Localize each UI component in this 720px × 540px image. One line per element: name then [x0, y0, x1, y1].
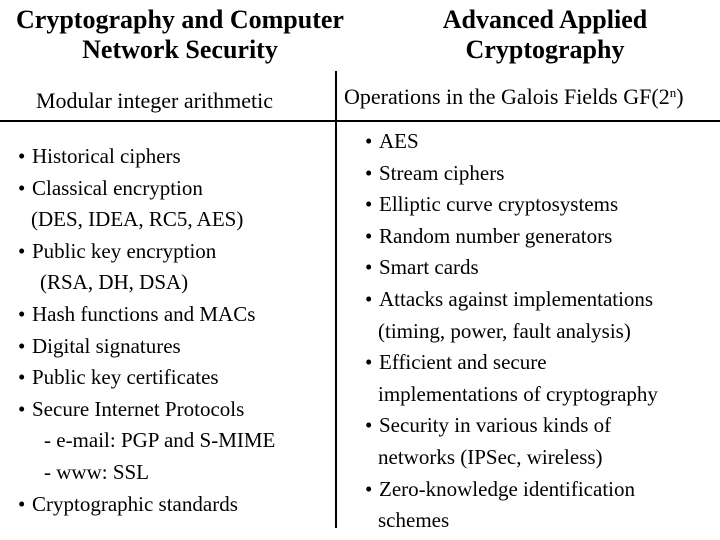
horizontal-divider	[0, 120, 720, 122]
list-item: • Stream ciphers	[365, 158, 658, 190]
list-item-text: Cryptographic standards	[32, 491, 238, 516]
right-title-line2: Cryptography	[465, 35, 625, 64]
list-item: • Random number generators	[365, 221, 658, 253]
list-item: (timing, power, fault analysis)	[365, 316, 658, 348]
list-item-text: Security in various kinds of	[379, 413, 612, 438]
bullet-icon: •	[18, 396, 26, 421]
bullet-icon: •	[365, 255, 373, 280]
list-item: • Secure Internet Protocols	[18, 394, 275, 426]
left-column-title: Cryptography and Computer Network Securi…	[0, 5, 360, 65]
bullet-icon: •	[365, 476, 373, 501]
left-title-line1: Cryptography and Computer	[16, 5, 344, 34]
list-item: • Public key encryption	[18, 236, 275, 268]
right-title-line1: Advanced Applied	[442, 5, 648, 34]
list-item-text: Attacks against implementations	[379, 286, 654, 311]
list-item-text: schemes	[378, 508, 450, 533]
list-item: networks (IPSec, wireless)	[365, 442, 658, 474]
list-item-text: (timing, power, fault analysis)	[378, 318, 631, 343]
vertical-divider	[335, 71, 337, 528]
list-item-text: networks (IPSec, wireless)	[378, 444, 603, 469]
list-item-text: (RSA, DH, DSA)	[40, 270, 189, 295]
right-subheading-text: Operations in the Galois Fields GF(2	[344, 84, 670, 109]
list-item-text: Classical encryption	[32, 175, 203, 200]
bullet-icon: •	[365, 160, 373, 185]
right-subheading: Operations in the Galois Fields GF(2n)	[344, 84, 684, 110]
list-item-text: - e-mail: PGP and S-MIME	[44, 428, 276, 453]
bullet-icon: •	[18, 365, 26, 390]
bullet-icon: •	[18, 144, 26, 168]
left-topic-list: • Historical ciphers • Classical encryptio…	[18, 141, 275, 520]
list-item-text: - www: SSL	[44, 459, 150, 484]
list-item-text: AES	[379, 129, 419, 153]
list-item: • Digital signatures	[18, 331, 275, 363]
bullet-icon: •	[365, 192, 373, 217]
list-item: • Cryptographic standards	[18, 489, 275, 521]
list-item-text: Stream ciphers	[379, 160, 505, 185]
list-item-text: Zero-knowledge identification	[379, 476, 635, 501]
list-subitem: - www: SSL	[18, 457, 275, 489]
bullet-icon: •	[18, 491, 26, 516]
list-item: (DES, IDEA, RC5, AES)	[18, 204, 275, 236]
list-item: • Classical encryption	[18, 173, 275, 205]
left-subheading: Modular integer arithmetic	[36, 88, 274, 113]
right-column-title: Advanced Applied Cryptography	[380, 5, 710, 65]
list-item: implementations of cryptography	[365, 379, 658, 411]
list-subitem: - e-mail: PGP and S-MIME	[18, 425, 275, 457]
list-item: • AES	[365, 126, 658, 158]
list-item: • Attacks against implementations	[365, 284, 658, 316]
list-item: • Elliptic curve cryptosystems	[365, 189, 658, 221]
bullet-icon: •	[365, 223, 373, 248]
list-item-text: Random number generators	[379, 223, 613, 248]
list-item: (RSA, DH, DSA)	[18, 267, 275, 299]
list-item-text: Digital signatures	[32, 333, 181, 358]
list-item-text: (DES, IDEA, RC5, AES)	[31, 207, 244, 232]
list-item: • Zero-knowledge identification	[365, 474, 658, 506]
list-item: • Public key certificates	[18, 362, 275, 394]
list-item: • Security in various kinds of	[365, 410, 658, 442]
list-item: schemes	[365, 505, 658, 537]
left-title-line2: Network Security	[82, 35, 278, 64]
list-item-text: Secure Internet Protocols	[32, 396, 245, 421]
bullet-icon: •	[365, 129, 373, 153]
bullet-icon: •	[18, 333, 26, 358]
right-topic-list: • AES • Stream ciphers • Elliptic curve cry…	[365, 126, 658, 537]
list-item: • Smart cards	[365, 252, 658, 284]
bullet-icon: •	[18, 301, 26, 326]
list-item-text: Hash functions and MACs	[32, 301, 256, 326]
right-subheading-close: )	[676, 84, 684, 109]
bullet-icon: •	[365, 350, 373, 375]
bullet-icon: •	[18, 238, 26, 263]
list-item: • Efficient and secure	[365, 347, 658, 379]
list-item-text: Public key encryption	[32, 238, 217, 263]
bullet-icon: •	[18, 175, 26, 200]
list-item-text: Smart cards	[379, 255, 479, 280]
list-item-text: implementations of cryptography	[378, 381, 658, 406]
list-item-text: Historical ciphers	[32, 144, 181, 168]
bullet-icon: •	[365, 286, 373, 311]
list-item: • Historical ciphers	[18, 141, 275, 173]
bullet-icon: •	[365, 413, 373, 438]
list-item-text: Efficient and secure	[379, 350, 547, 375]
list-item-text: Elliptic curve cryptosystems	[379, 192, 619, 217]
list-item-text: Public key certificates	[32, 365, 219, 390]
list-item: • Hash functions and MACs	[18, 299, 275, 331]
